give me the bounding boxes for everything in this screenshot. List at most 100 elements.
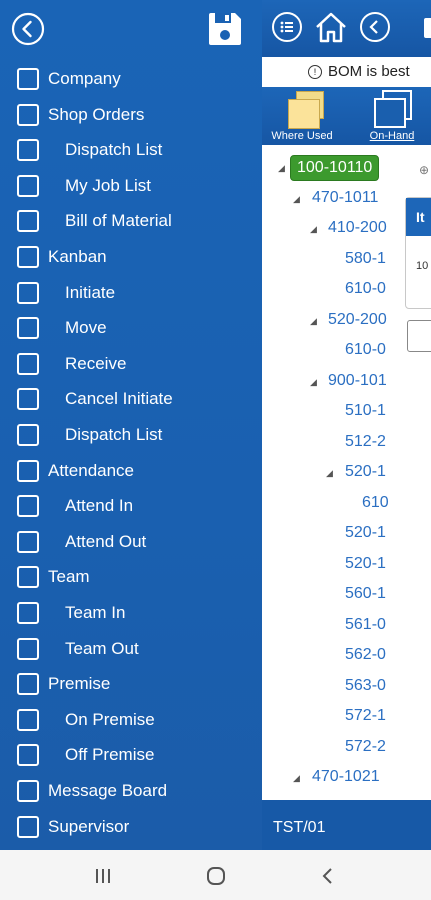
- tree-node[interactable]: 520-1: [345, 462, 386, 482]
- menu-item-label: Team: [48, 567, 90, 587]
- menu-item[interactable]: Kanban: [0, 242, 262, 272]
- menu-item[interactable]: On Premise: [0, 705, 262, 735]
- tree-node[interactable]: 470-1021: [312, 767, 380, 787]
- menu-item-checkbox[interactable]: [17, 281, 39, 304]
- tree-node[interactable]: 562-0: [345, 645, 386, 665]
- menu-item[interactable]: Team: [0, 562, 262, 592]
- menu-item[interactable]: My Job List: [0, 171, 262, 201]
- tree-caret-icon[interactable]: ◢: [293, 773, 300, 784]
- tree-node[interactable]: 510-1: [345, 401, 386, 421]
- menu-item-checkbox[interactable]: [17, 68, 39, 90]
- floppy-disk-icon: [209, 13, 241, 45]
- tree-caret-icon[interactable]: ◢: [310, 224, 317, 235]
- menu-item-label: Move: [65, 318, 107, 338]
- menu-item[interactable]: Team In: [0, 598, 262, 628]
- menu-item[interactable]: Dispatch List: [0, 420, 262, 450]
- tree-node[interactable]: 610: [362, 493, 389, 513]
- menu-item-checkbox[interactable]: [17, 708, 39, 731]
- menu-item-checkbox[interactable]: [17, 424, 39, 446]
- tree-node[interactable]: 560-1: [345, 584, 386, 604]
- menu-item-checkbox[interactable]: [17, 780, 39, 802]
- menu-item[interactable]: Attend In: [0, 491, 262, 521]
- menu-item-checkbox[interactable]: [17, 815, 39, 838]
- tree-node[interactable]: 610-0: [345, 279, 386, 299]
- app-screen: ! BOM is best Where Used On-Hand 100-101…: [0, 0, 431, 850]
- menu-item-checkbox[interactable]: [17, 495, 39, 518]
- menu-item[interactable]: Shop Orders: [0, 100, 262, 130]
- menu-item-checkbox[interactable]: [17, 673, 39, 696]
- menu-item[interactable]: Attend Out: [0, 527, 262, 557]
- menu-item[interactable]: Bill of Material: [0, 206, 262, 236]
- overflow-icon[interactable]: [424, 18, 431, 38]
- tree-caret-icon[interactable]: ◢: [293, 194, 300, 205]
- menu-item[interactable]: Dispatch List: [0, 135, 262, 165]
- menu-item-checkbox[interactable]: [17, 210, 39, 233]
- menu-item[interactable]: Off Premise: [0, 740, 262, 770]
- tree-node[interactable]: 561-0: [345, 615, 386, 635]
- tree-node[interactable]: 520-1: [345, 554, 386, 574]
- menu-item-label: Bill of Material: [65, 211, 172, 231]
- menu-item-checkbox[interactable]: [17, 566, 39, 589]
- menu-item[interactable]: Company: [0, 64, 262, 94]
- menu-item[interactable]: Attendance: [0, 456, 262, 486]
- menu-item-checkbox[interactable]: [17, 602, 39, 624]
- menu-item-label: On Premise: [65, 709, 155, 729]
- menu-item[interactable]: Supervisor: [0, 812, 262, 842]
- where-used-label: Where Used: [271, 130, 333, 142]
- menu-item[interactable]: Cancel Initiate: [0, 384, 262, 414]
- where-used-icon: [286, 91, 324, 129]
- menu-item-checkbox[interactable]: [17, 744, 39, 767]
- tree-caret-icon[interactable]: ◢: [326, 468, 333, 479]
- home-icon[interactable]: [314, 10, 348, 44]
- menu-item[interactable]: Message Board: [0, 776, 262, 806]
- drawer-back-button[interactable]: [11, 12, 45, 46]
- menu-item-checkbox[interactable]: [17, 246, 39, 268]
- menu-item-checkbox[interactable]: [17, 352, 39, 375]
- tree-caret-icon[interactable]: ◢: [310, 377, 317, 388]
- item-panel-input[interactable]: [407, 320, 431, 352]
- expand-icon[interactable]: ⊕: [419, 163, 429, 177]
- tree-caret-icon[interactable]: ◢: [310, 316, 317, 327]
- info-icon: !: [308, 65, 322, 79]
- back-circle-icon[interactable]: [360, 12, 390, 42]
- tree-node[interactable]: 563-0: [345, 676, 386, 696]
- menu-item-checkbox[interactable]: [17, 637, 39, 660]
- menu-item-checkbox[interactable]: [17, 174, 39, 197]
- menu-item-checkbox[interactable]: [17, 530, 39, 553]
- tree-node[interactable]: 572-2: [345, 737, 386, 757]
- tree-node[interactable]: 100-10110: [290, 155, 380, 181]
- on-hand-button[interactable]: On-Hand: [352, 87, 431, 145]
- menu-item-checkbox[interactable]: [17, 459, 39, 482]
- tree-caret-icon[interactable]: ◢: [278, 163, 285, 174]
- menu-item-checkbox[interactable]: [17, 103, 39, 126]
- tree-node[interactable]: 520-200: [328, 310, 387, 330]
- tree-node[interactable]: 470-1011: [312, 188, 378, 208]
- system-navigation-bar: [0, 850, 431, 900]
- menu-item-label: Company: [48, 69, 121, 88]
- menu-item-checkbox[interactable]: [17, 388, 39, 411]
- back-chevron-icon[interactable]: [318, 866, 338, 886]
- list-menu-icon[interactable]: [272, 12, 302, 42]
- chevron-left-circle-icon: [11, 12, 45, 46]
- where-used-button[interactable]: Where Used: [262, 87, 342, 145]
- on-hand-label: On-Hand: [369, 130, 415, 142]
- menu-item-label: Message Board: [48, 781, 168, 800]
- menu-item[interactable]: Move: [0, 313, 262, 343]
- footer-bar: TST/01: [262, 800, 431, 850]
- tree-node[interactable]: 512-2: [345, 432, 386, 452]
- menu-item-checkbox[interactable]: [17, 139, 39, 162]
- menu-item[interactable]: Team Out: [0, 634, 262, 664]
- tree-node[interactable]: 520-1: [345, 523, 386, 543]
- tree-node[interactable]: 410-200: [328, 218, 387, 238]
- tree-node[interactable]: 572-1: [345, 706, 386, 726]
- home-circle-icon[interactable]: [205, 865, 227, 887]
- menu-item[interactable]: Receive: [0, 349, 262, 379]
- menu-item[interactable]: Premise: [0, 669, 262, 699]
- tree-node[interactable]: 900-101: [328, 371, 387, 391]
- tree-node[interactable]: 610-0: [345, 340, 386, 360]
- menu-item-checkbox[interactable]: [17, 317, 39, 340]
- menu-item[interactable]: Initiate: [0, 278, 262, 308]
- recents-icon[interactable]: [93, 866, 113, 886]
- tree-node[interactable]: 580-1: [345, 249, 386, 269]
- drawer-save-button[interactable]: [207, 11, 243, 47]
